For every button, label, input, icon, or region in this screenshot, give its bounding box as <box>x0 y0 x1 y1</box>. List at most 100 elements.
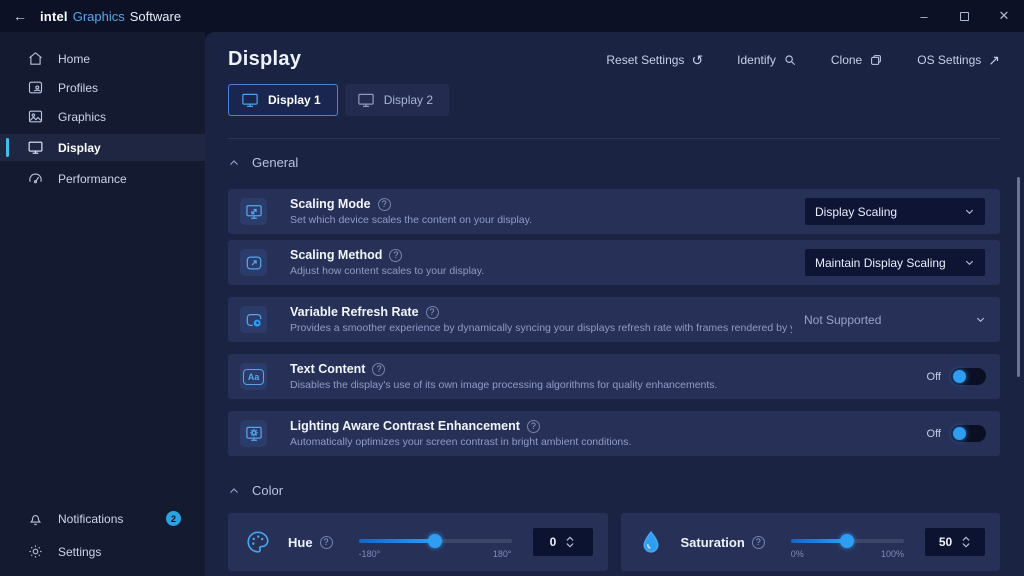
droplet-icon <box>635 526 667 558</box>
selected-value: Display Scaling <box>815 205 897 219</box>
setting-description: Automatically optimizes your screen cont… <box>290 436 631 448</box>
saturation-slider[interactable]: 0% 100% <box>791 532 904 552</box>
aa-glyph: Aa <box>243 369 264 385</box>
bell-icon <box>27 510 44 527</box>
saturation-value: 50 <box>939 535 952 549</box>
chevron-down-icon <box>964 257 975 268</box>
titlebar: ← intel Graphics Software – ✕ <box>0 0 1024 32</box>
notifications-badge: 2 <box>166 511 181 526</box>
back-button[interactable]: ← <box>0 8 40 24</box>
sidebar-item-profiles[interactable]: Profiles <box>0 73 205 102</box>
graphics-icon <box>27 108 44 125</box>
close-button[interactable]: ✕ <box>984 0 1024 32</box>
lighting-aware-contrast-icon <box>240 420 267 447</box>
help-icon[interactable]: ? <box>389 249 402 262</box>
sidebar-item-display[interactable]: Display <box>0 134 205 161</box>
setting-title: Text Content <box>290 362 365 376</box>
slider-min-label: -180° <box>359 549 381 559</box>
hue-slider[interactable]: -180° 180° <box>359 532 512 552</box>
saturation-title: Saturation <box>681 535 745 550</box>
lighting-aware-contrast-row: Lighting Aware Contrast Enhancement ? Au… <box>228 411 1000 456</box>
text-content-icon: Aa <box>240 363 267 390</box>
os-settings-button[interactable]: OS Settings ↗ <box>917 53 1000 67</box>
text-content-toggle[interactable] <box>951 368 986 385</box>
sidebar-item-label: Home <box>58 52 90 66</box>
hue-card: Hue ? -180° 180° 0 <box>228 513 608 571</box>
chevron-down-icon <box>964 206 975 217</box>
scrollbar[interactable] <box>1017 177 1020 377</box>
scaling-method-icon <box>240 249 267 276</box>
help-icon[interactable]: ? <box>372 363 385 376</box>
chevron-up-icon <box>228 157 240 169</box>
slider-knob[interactable] <box>428 534 442 548</box>
settings-list: Scaling Mode ? Set which device scales t… <box>228 189 1000 456</box>
sidebar-item-home[interactable]: Home <box>0 44 205 73</box>
help-icon[interactable]: ? <box>752 536 765 549</box>
scaling-method-row: Scaling Method ? Adjust how content scal… <box>228 240 1000 285</box>
variable-refresh-rate-select[interactable]: Not Supported <box>804 313 986 327</box>
help-icon[interactable]: ? <box>320 536 333 549</box>
identify-label: Identify <box>737 53 776 67</box>
setting-title: Lighting Aware Contrast Enhancement <box>290 419 520 433</box>
slider-max-label: 100% <box>881 549 904 559</box>
help-icon[interactable]: ? <box>378 198 391 211</box>
stepper-icon <box>565 535 575 549</box>
sidebar-item-notifications[interactable]: Notifications 2 <box>0 504 205 533</box>
clone-icon <box>869 53 883 67</box>
slider-max-label: 180° <box>493 549 512 559</box>
setting-title: Scaling Mode <box>290 197 371 211</box>
scaling-method-select[interactable]: Maintain Display Scaling <box>804 248 986 277</box>
stepper-icon <box>961 535 971 549</box>
palette-icon <box>242 526 274 558</box>
sidebar: Home Profiles Graphics Display Performan… <box>0 32 205 576</box>
display-icon <box>27 139 44 156</box>
sidebar-item-label: Settings <box>58 545 101 559</box>
selected-value: Not Supported <box>804 313 881 327</box>
sidebar-item-settings[interactable]: Settings <box>0 537 205 566</box>
header-actions: Reset Settings ↺ Identify Clone OS Setti… <box>606 53 1000 67</box>
section-general[interactable]: General <box>228 155 1000 170</box>
page-title: Display <box>228 48 301 71</box>
help-icon[interactable]: ? <box>527 420 540 433</box>
minimize-button[interactable]: – <box>904 0 944 32</box>
scaling-mode-row: Scaling Mode ? Set which device scales t… <box>228 189 1000 234</box>
main-content: Display Reset Settings ↺ Identify Clone <box>205 32 1024 576</box>
sidebar-item-performance[interactable]: Performance <box>0 164 205 193</box>
hue-value-input[interactable]: 0 <box>532 527 594 557</box>
clone-button[interactable]: Clone <box>831 53 883 67</box>
home-icon <box>27 50 44 67</box>
identify-button[interactable]: Identify <box>737 53 797 67</box>
setting-title: Variable Refresh Rate <box>290 305 419 319</box>
sidebar-item-label: Graphics <box>58 110 106 124</box>
slider-knob[interactable] <box>840 534 854 548</box>
reset-settings-button[interactable]: Reset Settings ↺ <box>606 53 703 67</box>
sidebar-item-label: Profiles <box>58 81 98 95</box>
maximize-button[interactable] <box>944 0 984 32</box>
tab-label: Display 1 <box>268 93 321 107</box>
intel-logo: intel <box>40 9 68 24</box>
section-title: Color <box>252 483 283 498</box>
toggle-state-label: Off <box>927 371 941 383</box>
saturation-value-input[interactable]: 50 <box>924 527 986 557</box>
os-settings-label: OS Settings <box>917 53 981 67</box>
lighting-aware-contrast-toggle[interactable] <box>951 425 986 442</box>
sidebar-item-label: Notifications <box>58 512 123 526</box>
variable-refresh-rate-row: Variable Refresh Rate ? Provides a smoot… <box>228 297 1000 342</box>
sidebar-item-graphics[interactable]: Graphics <box>0 102 205 131</box>
profiles-icon <box>27 79 44 96</box>
chevron-down-icon <box>975 314 986 325</box>
display-tabs: Display 1 Display 2 <box>228 84 1000 116</box>
tab-display-2[interactable]: Display 2 <box>345 84 449 116</box>
app-brand: intel Graphics Software <box>40 9 181 24</box>
content-divider <box>228 138 1000 139</box>
reset-icon: ↺ <box>691 53 703 67</box>
section-color[interactable]: Color <box>228 483 1000 498</box>
gear-icon <box>27 543 44 560</box>
scaling-mode-select[interactable]: Display Scaling <box>804 197 986 226</box>
setting-title: Scaling Method <box>290 248 382 262</box>
chevron-up-icon <box>228 485 240 497</box>
maximize-icon <box>960 12 969 21</box>
tab-display-1[interactable]: Display 1 <box>228 84 338 116</box>
variable-refresh-rate-icon <box>240 306 267 333</box>
help-icon[interactable]: ? <box>426 306 439 319</box>
